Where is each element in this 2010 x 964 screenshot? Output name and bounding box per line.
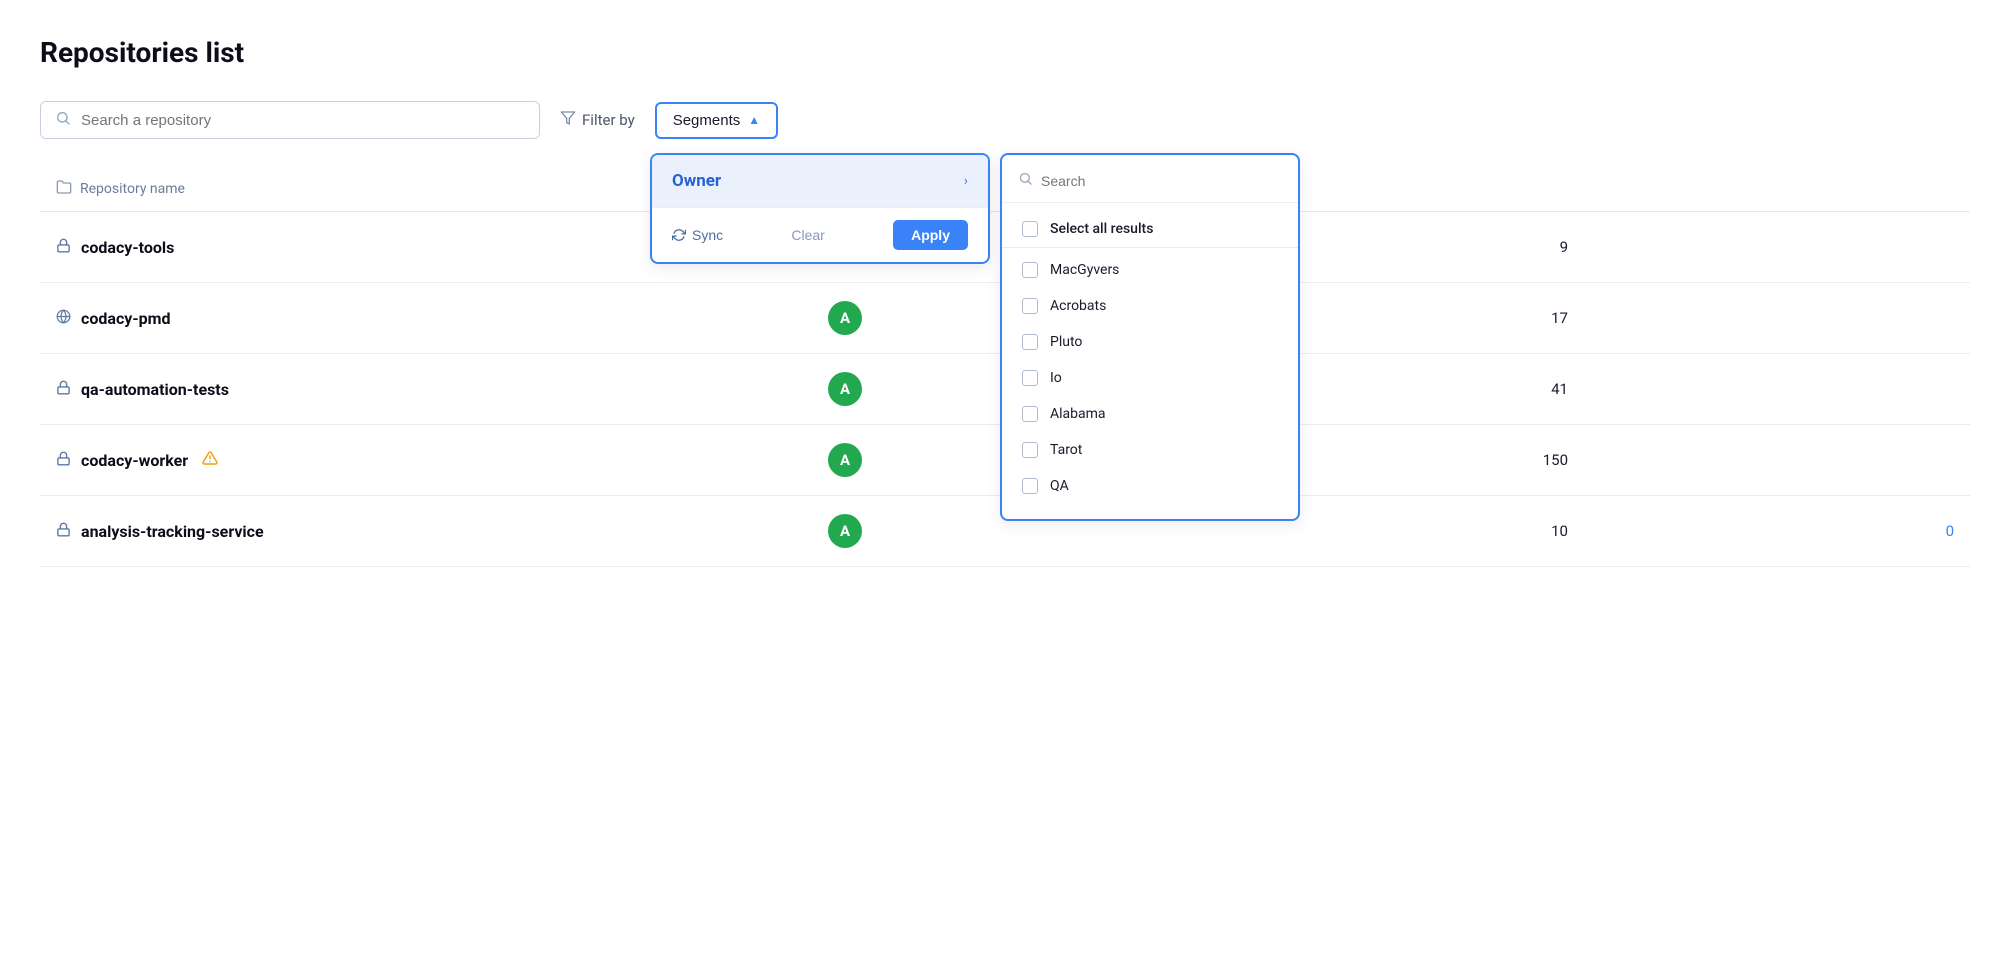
select-all-label: Select all results (1050, 221, 1153, 237)
chevron-up-icon: ▲ (748, 113, 760, 127)
avatar: A (828, 514, 862, 548)
extra-cell (1584, 283, 1970, 354)
repo-icon (56, 451, 71, 470)
repo-name-cell: analysis-tracking-service (40, 496, 812, 567)
list-item[interactable]: Alabama (1002, 396, 1298, 432)
col-header-extra (1584, 167, 1970, 212)
item-label: QA (1050, 478, 1069, 494)
repo-icon (56, 380, 71, 399)
extra-cell: 0 (1584, 496, 1970, 567)
list-item[interactable]: QA (1002, 468, 1298, 503)
list-item[interactable]: Acrobats (1002, 288, 1298, 324)
repo-name: codacy-worker (81, 451, 188, 470)
page-title: Repositories list (40, 36, 1970, 69)
repo-name: codacy-tools (81, 238, 174, 257)
item-checkbox[interactable] (1022, 442, 1038, 458)
item-checkbox[interactable] (1022, 298, 1038, 314)
repo-name: qa-automation-tests (81, 380, 229, 399)
repo-name-cell: codacy-worker (40, 425, 812, 496)
list-item[interactable]: MacGyvers (1002, 252, 1298, 288)
owner-dropdown-footer: Sync Clear Apply (652, 207, 988, 262)
item-label: MacGyvers (1050, 262, 1119, 278)
repo-icon (56, 238, 71, 257)
item-label: Io (1050, 370, 1062, 386)
repo-icon (56, 522, 71, 541)
segments-list: Select all results MacGyvers Acrobats Pl… (1002, 203, 1298, 503)
extra-cell (1584, 212, 1970, 283)
segments-items-container: MacGyvers Acrobats Pluto Io Alabama Taro… (1002, 252, 1298, 503)
list-item[interactable]: Pluto (1002, 324, 1298, 360)
item-label: Pluto (1050, 334, 1082, 350)
item-checkbox[interactable] (1022, 262, 1038, 278)
avatar: A (828, 301, 862, 335)
filter-by-text: Filter by (582, 111, 635, 129)
segments-list-dropdown: Select all results MacGyvers Acrobats Pl… (1000, 153, 1300, 521)
col-name-label: Repository name (80, 181, 185, 197)
item-checkbox[interactable] (1022, 370, 1038, 386)
clear-button[interactable]: Clear (791, 227, 824, 243)
owner-dropdown-header[interactable]: Owner › (652, 155, 988, 207)
select-all-item[interactable]: Select all results (1002, 211, 1298, 248)
sync-button[interactable]: Sync (672, 227, 723, 243)
repo-name: codacy-pmd (81, 309, 171, 328)
segments-dropdown-button[interactable]: Segments ▲ (655, 102, 778, 139)
list-item[interactable]: Io (1002, 360, 1298, 396)
item-label: Acrobats (1050, 298, 1106, 314)
list-item[interactable]: Tarot (1002, 432, 1298, 468)
extra-cell (1584, 425, 1970, 496)
filter-label: Filter by (560, 110, 635, 130)
repo-name-cell: qa-automation-tests (40, 354, 812, 425)
segments-search-icon (1018, 171, 1033, 190)
segments-search-input[interactable] (1041, 173, 1282, 189)
warning-icon (202, 450, 218, 470)
repo-name-cell: codacy-pmd (40, 283, 812, 354)
owner-dropdown: Owner › Sync Clear Apply (650, 153, 990, 264)
item-label: Alabama (1050, 406, 1106, 422)
page-container: Repositories list Filter by Segments ▲ (0, 0, 2010, 964)
segments-search-wrapper (1002, 171, 1298, 203)
search-input[interactable] (81, 112, 525, 129)
extra-cell (1584, 354, 1970, 425)
owner-dropdown-title: Owner (672, 171, 721, 191)
item-label: Tarot (1050, 442, 1082, 458)
sync-label: Sync (692, 227, 723, 243)
folder-icon (56, 179, 72, 199)
avatar: A (828, 372, 862, 406)
item-checkbox[interactable] (1022, 334, 1038, 350)
search-icon (55, 110, 71, 130)
item-checkbox[interactable] (1022, 406, 1038, 422)
filter-icon (560, 110, 576, 130)
search-input-wrapper (40, 101, 540, 139)
item-checkbox[interactable] (1022, 478, 1038, 494)
repo-name: analysis-tracking-service (81, 522, 264, 541)
select-all-checkbox[interactable] (1022, 221, 1038, 237)
repo-icon (56, 309, 71, 328)
apply-button[interactable]: Apply (893, 220, 968, 250)
toolbar: Filter by Segments ▲ Owner › Sync (40, 101, 1970, 139)
avatar: A (828, 443, 862, 477)
chevron-right-icon: › (964, 173, 968, 189)
segments-button-label: Segments (673, 112, 741, 129)
